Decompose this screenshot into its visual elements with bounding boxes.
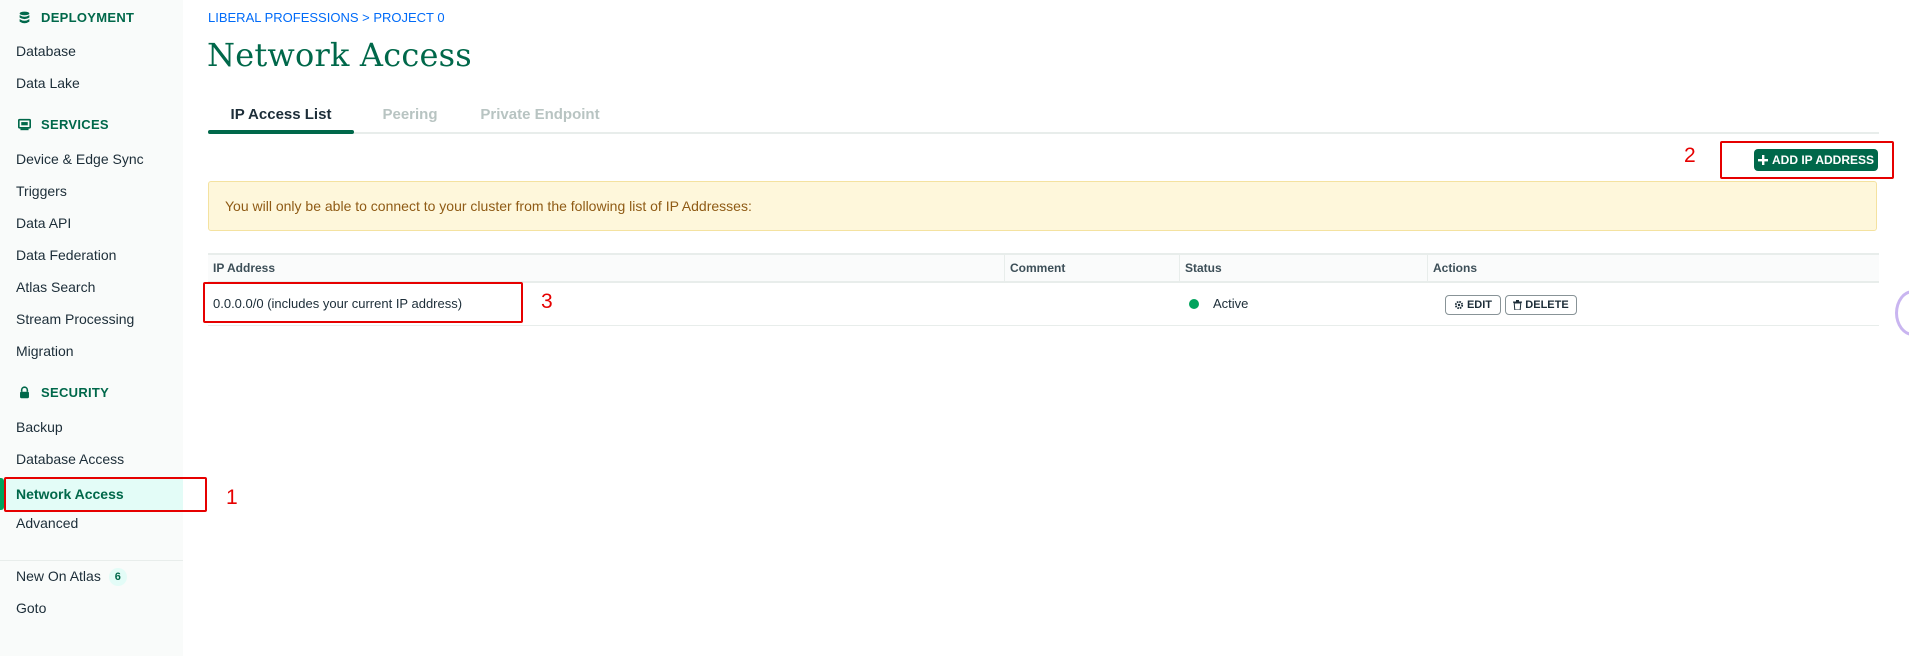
column-header-actions: Actions: [1427, 255, 1879, 281]
info-banner: You will only be able to connect to your…: [208, 181, 1877, 231]
breadcrumb[interactable]: LIBERAL PROFESSIONS > PROJECT 0: [208, 10, 445, 25]
database-icon: [19, 11, 30, 23]
services-icon: [18, 118, 31, 130]
tab-peering[interactable]: Peering: [368, 102, 452, 132]
sidebar-item-triggers[interactable]: Triggers: [16, 180, 67, 202]
column-header-ip-address: IP Address: [213, 261, 276, 275]
table-header: IP Address Comment Status Actions: [208, 253, 1879, 283]
delete-label: DELETE: [1525, 299, 1569, 311]
section-header-deployment: DEPLOYMENT: [18, 7, 134, 27]
delete-button[interactable]: DELETE: [1505, 295, 1577, 315]
sidebar-item-device-edge-sync[interactable]: Device & Edge Sync: [16, 148, 144, 170]
tab-bar: IP Access List Peering Private Endpoint: [208, 102, 1879, 134]
sidebar-item-migration[interactable]: Migration: [16, 340, 74, 362]
sidebar-item-stream-processing[interactable]: Stream Processing: [16, 308, 134, 330]
new-count-badge: 6: [108, 568, 127, 587]
section-header-label: DEPLOYMENT: [41, 9, 135, 25]
section-header-label: SECURITY: [41, 384, 110, 400]
section-header-label: SERVICES: [41, 116, 109, 132]
sidebar-item-database-access[interactable]: Database Access: [16, 448, 124, 470]
sidebar-item-data-federation[interactable]: Data Federation: [16, 244, 116, 266]
section-header-services: SERVICES: [18, 114, 109, 134]
lock-icon: [20, 385, 29, 398]
sidebar-item-label: New On Atlas: [16, 568, 101, 584]
info-banner-text: You will only be able to connect to your…: [225, 198, 752, 214]
column-header-status: Status: [1179, 255, 1427, 281]
sidebar-item-data-api[interactable]: Data API: [16, 212, 71, 234]
annotation-box-3: [203, 282, 523, 323]
sidebar-item-advanced[interactable]: Advanced: [16, 512, 78, 534]
sidebar-item-data-lake[interactable]: Data Lake: [16, 72, 80, 94]
sidebar-item-backup[interactable]: Backup: [16, 416, 63, 438]
trash-icon: [1513, 300, 1523, 310]
sidebar-item-new-on-atlas[interactable]: New On Atlas 6: [16, 565, 127, 587]
sidebar-divider: [0, 560, 183, 561]
annotation-box-2: [1720, 141, 1894, 179]
annotation-number-1: 1: [226, 486, 238, 509]
tab-private-endpoint[interactable]: Private Endpoint: [470, 102, 610, 132]
sidebar-item-database[interactable]: Database: [16, 40, 76, 62]
section-header-security: SECURITY: [18, 382, 109, 402]
annotation-number-2: 2: [1684, 144, 1696, 167]
tab-ip-access-list[interactable]: IP Access List: [208, 102, 354, 134]
status-label: Active: [1213, 296, 1249, 311]
annotation-number-3: 3: [541, 290, 553, 313]
floating-help-widget[interactable]: [1895, 290, 1909, 336]
gear-icon: [1454, 300, 1464, 310]
sidebar-item-atlas-search[interactable]: Atlas Search: [16, 276, 95, 298]
edit-button[interactable]: EDIT: [1445, 295, 1501, 315]
sidebar-item-goto[interactable]: Goto: [16, 597, 46, 619]
annotation-box-1: [4, 477, 207, 512]
page-title: Network Access: [207, 36, 472, 74]
sidebar: DEPLOYMENT Database Data Lake SERVICES D…: [0, 0, 183, 656]
status-dot-icon: [1189, 298, 1199, 309]
status-cell: Active: [1189, 283, 1248, 325]
column-header-comment: Comment: [1004, 255, 1179, 281]
edit-label: EDIT: [1466, 299, 1493, 311]
